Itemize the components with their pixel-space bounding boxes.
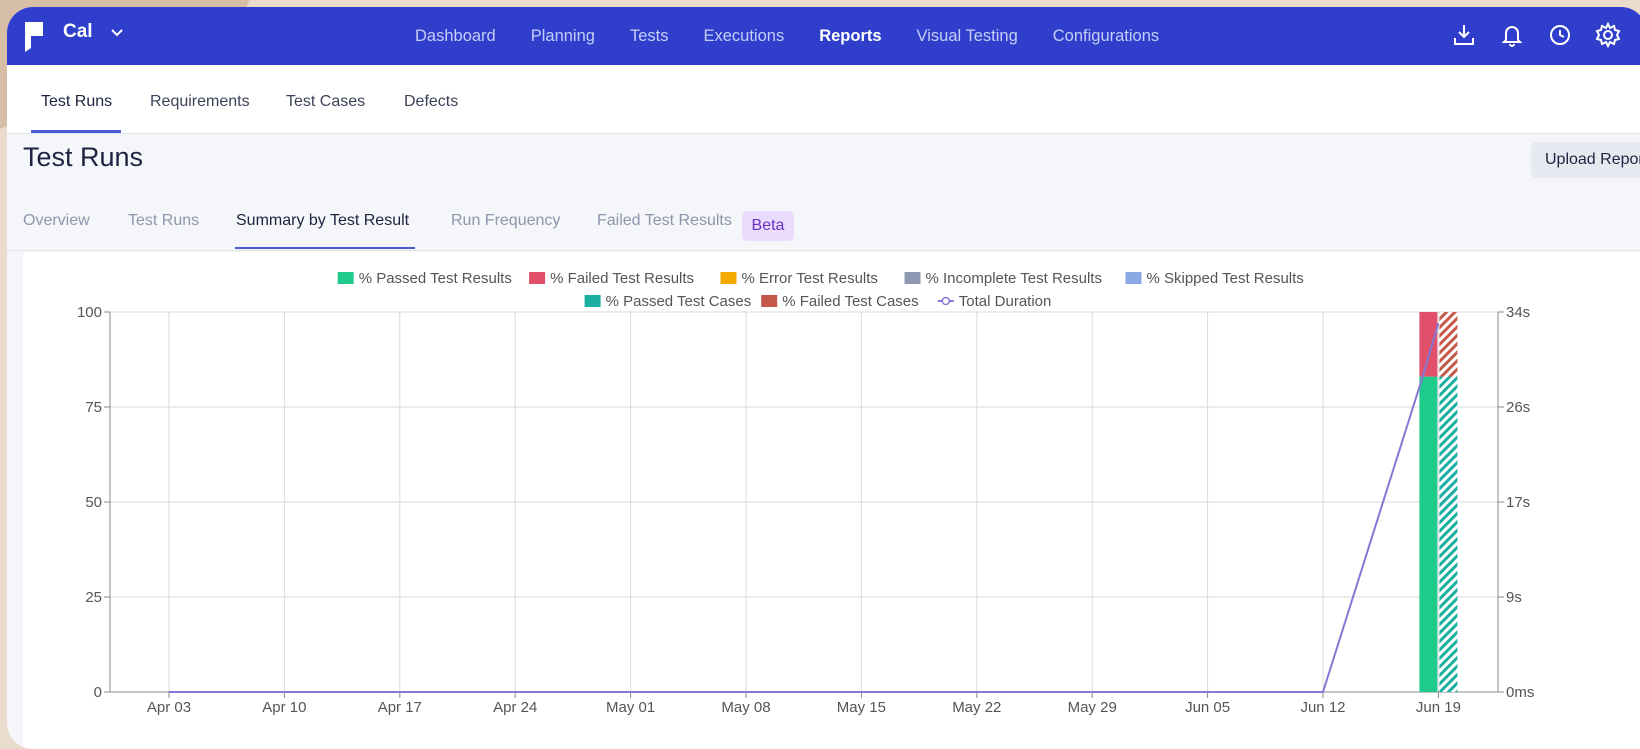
- chart-axes: 0 25 50 75 100 0ms 9s 17s 26s 34s Apr 03 Apr 10 Apr …: [77, 304, 1534, 716]
- y-left-tick-label: 0: [94, 684, 102, 701]
- y-right-tick-label: 17s: [1506, 494, 1530, 511]
- legend-swatch: [1125, 272, 1142, 284]
- legend-label: % Failed Test Cases: [782, 293, 918, 310]
- chart-grid: [110, 311, 1498, 693]
- bar-segment: [1419, 376, 1438, 692]
- chart-card: 0 25 50 75 100 0ms 9s 17s 26s 34s Apr 03 Apr 10 Apr …: [23, 252, 1640, 749]
- x-tick-label: Apr 17: [378, 699, 422, 716]
- legend-swatch: [761, 295, 778, 307]
- legend-label: % Incomplete Test Results: [926, 270, 1102, 287]
- legend-label: % Passed Test Results: [359, 270, 512, 287]
- x-tick-label: Jun 19: [1416, 699, 1461, 716]
- x-tick-label: Jun 05: [1185, 699, 1230, 716]
- x-tick-label: Jun 12: [1300, 699, 1345, 716]
- summary-chart: 0 25 50 75 100 0ms 9s 17s 26s 34s Apr 03 Apr 10 Apr …: [77, 270, 1534, 716]
- y-left-tick-label: 50: [85, 494, 102, 511]
- chart-legend: % Passed Test Results % Failed Test Resul…: [337, 270, 1304, 310]
- y-right-tick-label: 34s: [1506, 304, 1530, 321]
- legend-label: % Skipped Test Results: [1147, 270, 1304, 287]
- legend-label: % Passed Test Cases: [606, 293, 752, 310]
- y-left-tick-label: 25: [85, 589, 102, 606]
- x-tick-label: May 15: [837, 699, 886, 716]
- legend-swatch: [720, 272, 737, 284]
- x-tick-label: May 22: [952, 699, 1001, 716]
- legend-swatch: [584, 295, 601, 307]
- x-tick-label: May 29: [1068, 699, 1117, 716]
- y-right-tick-label: 9s: [1506, 589, 1522, 606]
- bar-segment: [1439, 312, 1458, 377]
- legend-label: Total Duration: [959, 293, 1052, 310]
- legend-label: % Error Test Results: [742, 270, 878, 287]
- x-tick-label: Apr 24: [493, 699, 537, 716]
- x-tick-label: May 08: [721, 699, 770, 716]
- bar-segment: [1419, 312, 1438, 377]
- y-right-tick-label: 26s: [1506, 399, 1530, 416]
- legend-swatch: [529, 272, 546, 284]
- duration-line: [169, 322, 1440, 693]
- x-tick-label: Apr 03: [147, 699, 191, 716]
- legend-label: % Failed Test Results: [550, 270, 694, 287]
- chart-line: [169, 322, 1440, 693]
- y-left-tick-label: 75: [85, 399, 102, 416]
- y-right-tick-label: 0ms: [1506, 684, 1534, 701]
- app-window: Cal Dashboard Planning Tests Executions …: [7, 7, 1640, 749]
- legend-swatch-marker: [941, 296, 951, 306]
- y-left-tick-label: 100: [77, 304, 102, 321]
- x-tick-label: May 01: [606, 699, 655, 716]
- legend-swatch: [904, 272, 921, 284]
- x-tick-label: Apr 10: [262, 699, 306, 716]
- bar-segment: [1439, 376, 1458, 692]
- legend-swatch: [337, 272, 354, 284]
